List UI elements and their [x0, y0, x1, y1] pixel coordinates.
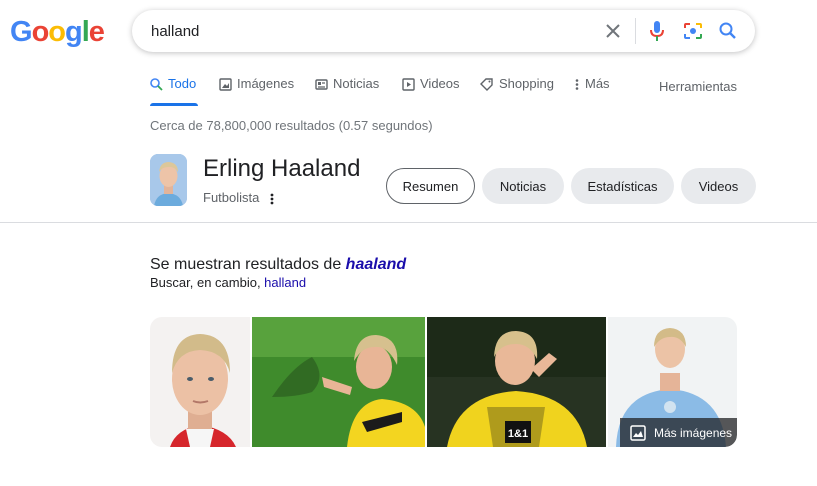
tab-label: Todo	[168, 76, 197, 91]
logo-letter-l: l	[81, 16, 90, 48]
header-divider	[0, 222, 817, 223]
tab-noticias[interactable]: Noticias	[315, 76, 379, 106]
tag-icon	[480, 78, 493, 91]
instead-prefix: Buscar, en cambio,	[150, 275, 265, 290]
tab-label: Videos	[420, 76, 460, 91]
spelling-instead: Buscar, en cambio, halland	[150, 275, 306, 290]
corrected-query-link[interactable]: haaland	[346, 256, 406, 273]
tab-label: Imágenes	[237, 76, 295, 91]
image-thumbnail[interactable]	[150, 317, 250, 447]
news-icon	[315, 79, 328, 90]
logo-letter-o1: o	[31, 16, 50, 48]
image-icon	[219, 78, 232, 91]
clear-icon[interactable]	[602, 20, 624, 42]
tab-label: Noticias	[333, 76, 380, 91]
more-options-icon[interactable]	[270, 192, 274, 210]
search-box-divider	[635, 18, 636, 44]
avatar[interactable]	[150, 154, 187, 206]
original-query-link[interactable]: halland	[264, 275, 306, 290]
search-input[interactable]	[151, 10, 591, 52]
entity-subtitle: Futbolista	[203, 190, 260, 205]
logo-letter-e: e	[88, 16, 105, 48]
logo-letter-g: G	[10, 16, 33, 48]
camera-lens-icon[interactable]	[682, 20, 704, 42]
logo-letter-g2: g	[65, 16, 83, 48]
more-vert-icon	[575, 79, 579, 90]
chip-videos[interactable]: Videos	[681, 168, 756, 204]
tab-videos[interactable]: Videos	[402, 76, 460, 106]
search-box	[132, 10, 755, 52]
image-strip: 1&1 Más imágenes	[150, 317, 737, 447]
video-icon	[402, 78, 415, 91]
tab-label: Más	[585, 76, 610, 91]
tab-label: Shopping	[499, 76, 554, 91]
entity-title: Erling Haaland	[203, 155, 361, 182]
search-icon	[150, 78, 163, 91]
more-images-label: Más imágenes	[654, 425, 733, 440]
microphone-icon[interactable]	[646, 20, 668, 42]
tab-shopping[interactable]: Shopping	[480, 76, 554, 106]
image-thumbnail[interactable]	[252, 317, 425, 447]
image-thumbnail[interactable]: 1&1	[427, 317, 606, 447]
chip-noticias[interactable]: Noticias	[482, 168, 564, 204]
logo-letter-o2: o	[48, 16, 66, 48]
result-stats: Cerca de 78,800,000 resultados (0.57 seg…	[150, 118, 433, 133]
tab-todo[interactable]: Todo	[150, 76, 198, 106]
chip-estadisticas[interactable]: Estadísticas	[571, 168, 674, 204]
chip-resumen[interactable]: Resumen	[386, 168, 475, 204]
search-icon[interactable]	[717, 20, 739, 42]
spelling-showing: Se muestran resultados de haaland	[150, 256, 406, 274]
tab-imagenes[interactable]: Imágenes	[219, 76, 294, 106]
google-logo[interactable]: Google	[10, 16, 105, 49]
svg-text:1&1: 1&1	[508, 428, 528, 440]
more-images-button[interactable]: Más imágenes	[620, 418, 737, 447]
tab-mas[interactable]: Más	[574, 76, 610, 106]
image-icon	[630, 424, 646, 441]
tools-button[interactable]: Herramientas	[659, 79, 737, 94]
showing-prefix: Se muestran resultados de	[150, 256, 346, 273]
